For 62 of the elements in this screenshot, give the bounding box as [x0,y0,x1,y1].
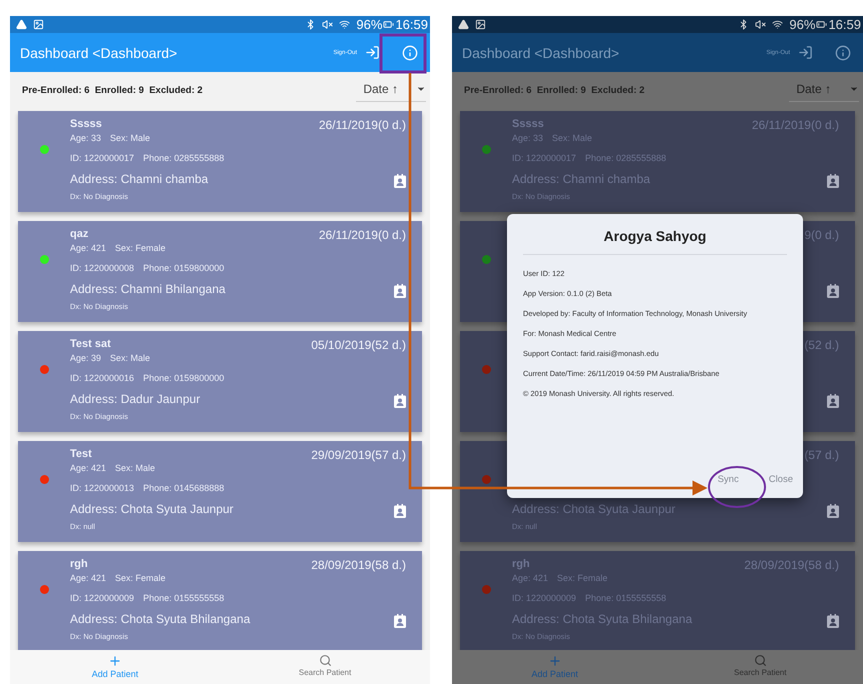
patient-address: Address: Chota Syuta Jaunpur [70,502,234,518]
enrollment-date: (57 d.) [804,448,839,464]
patient-address: Address: Chota Syuta Bhilangana [512,612,694,628]
patient-phone: Phone: 0155555558 [585,593,666,603]
patient-sex: Sex: Male [115,463,156,473]
patient-id: ID: 1220000013 [70,483,134,493]
patient-id: ID: 1220000017 [512,153,576,163]
patient-name: rgh [70,558,89,572]
enrollment-summary: Pre-Enrolled: 6 Enrolled: 9 Excluded: 2 [22,85,203,96]
patient-phone: Phone: 0159800000 [143,263,224,273]
patient-name: Sssss [70,118,103,132]
patient-name: Test sat [70,338,112,352]
battery-percent: 96% [789,16,816,33]
patient-phone: Phone: 0285555888 [585,153,666,163]
patient-id: ID: 1220000017 [70,153,134,163]
patient-address: Address: Chamni chamba [70,172,210,188]
patient-phone: Phone: 0155555558 [143,593,224,603]
enrollment-date: 9(0 d.) [804,228,839,244]
patient-phone: Phone: 0145688888 [143,483,224,493]
patient-age: Age: 33 [70,133,102,143]
patient-name: rgh [512,558,531,572]
patient-address: Address: Chota Syuta Bhilangana [70,612,252,628]
enrollment-date: 28/09/2019(58 d.) [311,558,406,574]
patient-sex: Sex: Female [557,573,608,583]
patient-id: ID: 1220000009 [512,593,576,603]
patient-id: ID: 1220000009 [70,593,134,603]
patient-name: Test [70,448,93,462]
enrollment-date: 26/11/2019(0 d.) [752,118,839,134]
clock-time: 16:59 [828,16,861,33]
enrollment-date: 28/09/2019(58 d.) [744,558,839,574]
patient-age: Age: 33 [512,133,544,143]
patient-id: ID: 1220000016 [70,373,134,383]
dialog-title: Arogya Sahyog [523,228,787,255]
patient-sex: Sex: Male [110,353,150,363]
patient-sex: Sex: Female [115,573,166,583]
patient-sex: Sex: Female [115,243,166,253]
clock-time: 16:59 [395,16,428,33]
patient-sex: Sex: Male [552,133,592,143]
patient-age: Age: 421 [70,463,106,473]
patient-name: Sssss [512,118,545,132]
patient-age: Age: 39 [70,353,102,363]
patient-address: Address: Chota Syuta Jaunpur [512,502,676,518]
patient-age: Age: 421 [70,243,106,253]
patient-phone: Phone: 0159800000 [143,373,224,383]
patient-id: ID: 1220000008 [70,263,134,273]
patient-address: Address: Chamni Bhilangana [70,282,226,298]
patient-age: Age: 421 [70,573,106,583]
app-bar-title: Dashboard <Dashboard> [20,44,178,60]
enrollment-date: (52 d.) [804,338,839,354]
enrollment-summary: Pre-Enrolled: 6 Enrolled: 9 Excluded: 2 [464,85,645,96]
patient-address: Address: Dadur Jaunpur [70,392,202,408]
patient-age: Age: 421 [512,573,548,583]
patient-address: Address: Chamni chamba [512,172,652,188]
enrollment-date: 05/10/2019(52 d.) [311,338,406,354]
enrollment-date: 26/11/2019(0 d.) [318,228,406,244]
enrollment-date: 29/09/2019(57 d.) [311,448,406,464]
patient-sex: Sex: Male [110,133,150,143]
patient-name: qaz [70,228,90,242]
app-bar-title: Dashboard <Dashboard> [462,44,620,60]
patient-phone: Phone: 0285555888 [143,153,224,163]
battery-percent: 96% [356,16,382,33]
enrollment-date: 26/11/2019(0 d.) [318,118,406,134]
